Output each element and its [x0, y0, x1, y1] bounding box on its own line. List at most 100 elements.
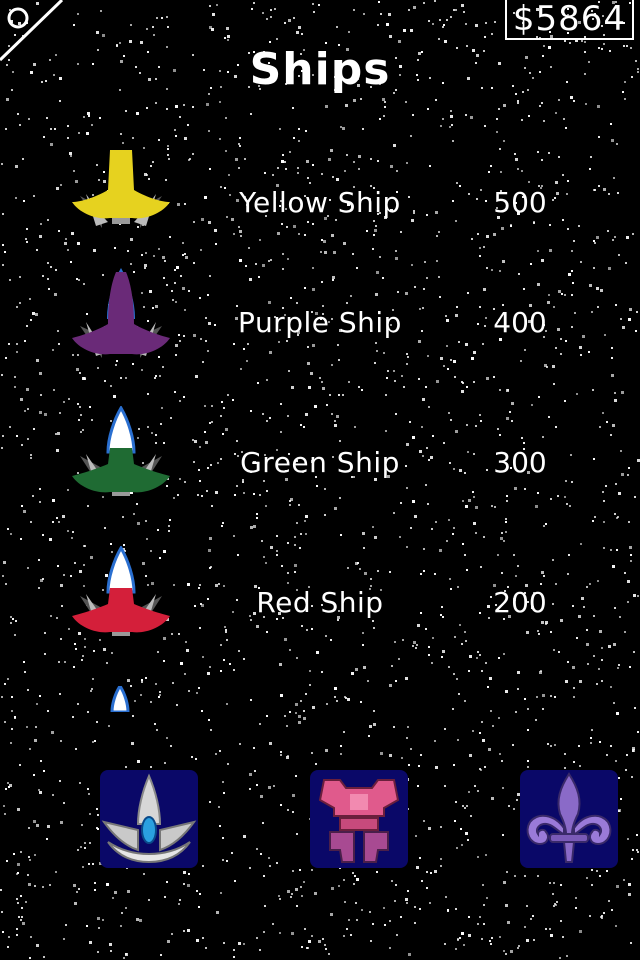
star [59, 693, 61, 695]
ship-row-purple[interactable]: Purple Ship 400 [0, 266, 640, 376]
star [464, 807, 466, 809]
star [154, 377, 156, 379]
star [209, 5, 211, 7]
star [418, 378, 420, 380]
star [83, 116, 85, 118]
star [505, 904, 508, 907]
star [305, 130, 307, 132]
star [625, 769, 627, 771]
star [17, 113, 19, 115]
star [127, 679, 130, 682]
star [295, 712, 297, 714]
star [227, 763, 229, 765]
star [496, 118, 498, 120]
tab-emblems[interactable] [520, 770, 618, 868]
star [158, 139, 160, 141]
star [29, 957, 31, 959]
page-title: Ships [249, 44, 391, 95]
tab-armor[interactable] [310, 770, 408, 868]
star [198, 906, 200, 908]
star [628, 893, 631, 896]
star [442, 26, 444, 28]
star [601, 659, 603, 661]
star [477, 856, 479, 858]
star [355, 668, 358, 671]
star [438, 38, 440, 40]
star [55, 871, 57, 873]
star [280, 751, 282, 753]
star [288, 19, 291, 22]
star [136, 918, 139, 921]
star [38, 789, 40, 791]
star [311, 752, 313, 754]
star [321, 671, 323, 673]
star [120, 925, 122, 927]
star [292, 870, 294, 872]
star [626, 754, 628, 756]
star [513, 808, 515, 810]
ship-row-yellow[interactable]: Yellow Ship 500 [0, 146, 640, 256]
star [243, 835, 246, 838]
star [530, 263, 532, 265]
star [206, 103, 209, 106]
star [24, 671, 26, 673]
star [196, 939, 199, 942]
star [554, 744, 556, 746]
star [0, 889, 2, 891]
star [156, 17, 158, 19]
star [99, 117, 101, 119]
star [634, 707, 636, 709]
star [457, 739, 459, 741]
star [183, 871, 186, 874]
star [334, 687, 337, 690]
star [415, 835, 417, 837]
star [304, 928, 306, 930]
star [446, 540, 448, 542]
star [305, 533, 307, 535]
star [468, 670, 470, 672]
star [36, 944, 39, 947]
star [383, 115, 385, 117]
star [249, 773, 252, 776]
star [610, 123, 612, 125]
star [81, 824, 83, 826]
star [536, 696, 538, 698]
star [284, 715, 286, 717]
star [125, 377, 127, 379]
star [266, 715, 268, 717]
star [379, 256, 381, 258]
star [446, 19, 448, 21]
star [260, 853, 262, 855]
tab-ships[interactable] [100, 770, 198, 868]
star [514, 875, 516, 877]
star [550, 745, 552, 747]
star [616, 885, 619, 888]
star [155, 102, 157, 104]
star [526, 939, 529, 942]
star [73, 884, 76, 887]
star [301, 895, 303, 897]
star [498, 657, 500, 659]
star [154, 723, 156, 725]
star [549, 928, 551, 930]
star [29, 859, 31, 861]
star [436, 260, 438, 262]
star [610, 686, 612, 688]
star [49, 884, 51, 886]
star [440, 865, 442, 867]
star [183, 104, 185, 106]
star [467, 839, 469, 841]
ship-row-green[interactable]: Green Ship 300 [0, 406, 640, 516]
star [618, 664, 620, 666]
star [110, 543, 112, 545]
ship-row-red[interactable]: Red Ship 200 [0, 546, 640, 656]
star [92, 863, 94, 865]
star [629, 666, 631, 668]
star [280, 804, 282, 806]
star [407, 890, 409, 892]
star [538, 396, 540, 398]
star [615, 760, 617, 762]
star [97, 917, 100, 920]
star [636, 834, 638, 836]
store-screen: $5864 Ships Yellow Ship 500 Purple Ship … [0, 0, 640, 960]
